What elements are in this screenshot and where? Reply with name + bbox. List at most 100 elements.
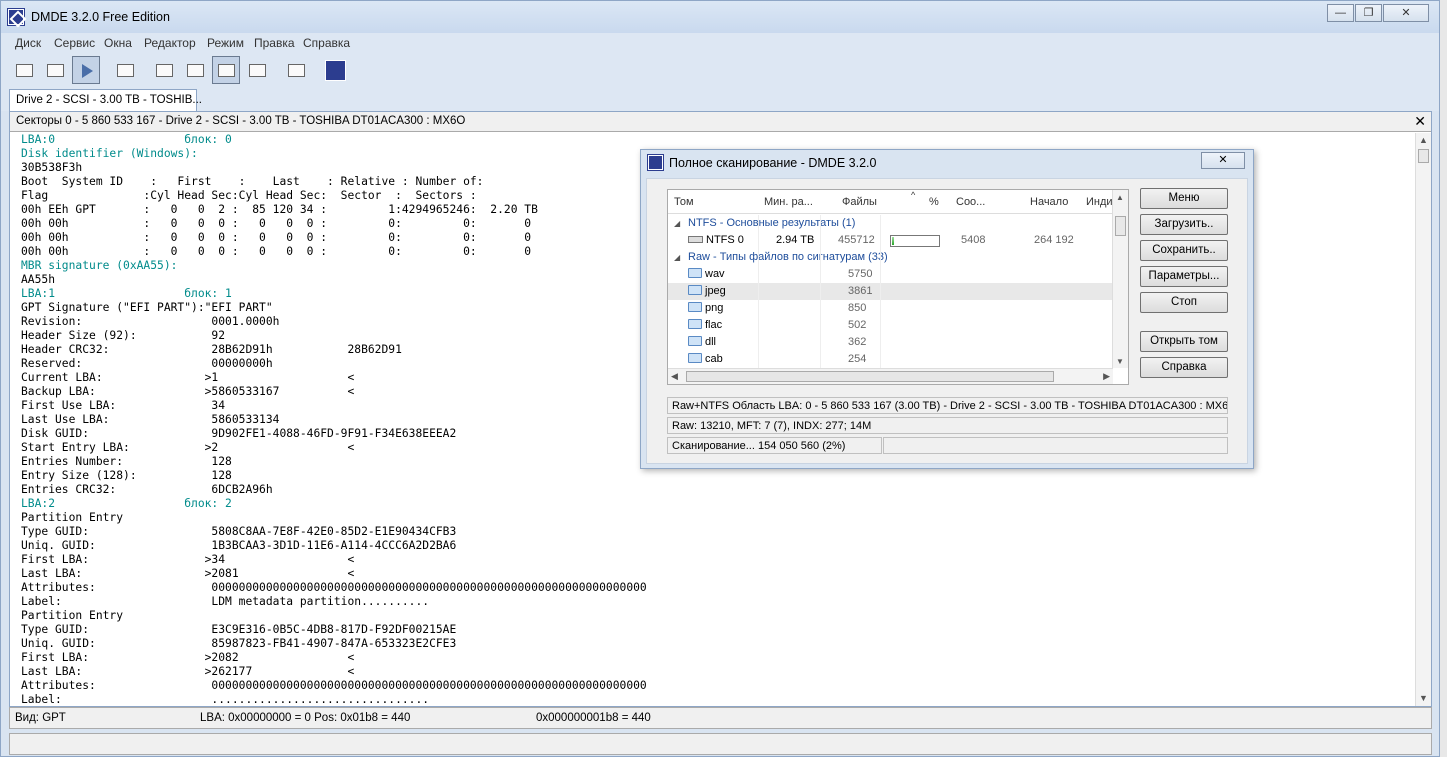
help-button[interactable]: Справка <box>1140 357 1228 378</box>
menu-editor[interactable]: Редактор <box>144 36 196 50</box>
scroll-down-icon[interactable]: ▼ <box>1418 693 1429 704</box>
dialog-body: Том Мин. ра... Файлы ^ % Соо... Начало И… <box>646 178 1248 464</box>
background-window-edge <box>1440 0 1447 757</box>
minimize-button[interactable]: — <box>1327 4 1354 22</box>
collapse-icon[interactable]: ◢ <box>674 253 680 262</box>
panel-close-button[interactable]: ✕ <box>1414 113 1426 130</box>
load-button[interactable]: Загрузить.. <box>1140 214 1228 235</box>
parameters-button[interactable]: Параметры... <box>1140 266 1228 287</box>
status-view: Вид: GPT <box>15 712 66 724</box>
hex-line: Type GUID: 5808C8AA-7E8F-42E0-85D2-E1E90… <box>21 525 457 538</box>
menu-mode[interactable]: Режим <box>207 36 244 50</box>
folder-icon <box>688 336 702 346</box>
hex-view[interactable]: LBA:0 блок: 0 Disk identifier (Windows): 3… <box>21 133 647 707</box>
raw-row-name: jpeg <box>688 285 726 297</box>
ntfs-row[interactable]: NTFS 0 2.94 TB 455712 5408 264 192 <box>668 232 1113 249</box>
hex-line: Boot System ID : First : Last : Relative… <box>21 175 484 188</box>
scan-stats-info: Raw: 13210, MFT: 7 (7), INDX: 277; 14M <box>667 417 1228 434</box>
open-volume-button[interactable]: Открыть том <box>1140 331 1228 352</box>
col-min-size[interactable]: Мин. ра... <box>764 196 813 208</box>
hex-line: Last Use LBA: 5860533134 <box>21 413 280 426</box>
ntfs-files: 455712 <box>838 234 875 246</box>
col-start[interactable]: Начало <box>1030 196 1068 208</box>
raw-row[interactable]: wav 5750 <box>668 266 1113 283</box>
raw-row-name: png <box>688 302 723 314</box>
col-percent[interactable]: % <box>929 196 939 208</box>
list-view-icon[interactable] <box>181 56 209 84</box>
col-files[interactable]: Файлы <box>842 196 877 208</box>
panel-vscrollbar[interactable]: ▲ ▼ <box>1415 133 1431 706</box>
menu-windows[interactable]: Окна <box>104 36 132 50</box>
tree-vscrollbar[interactable]: ▲ ▼ <box>1112 190 1128 368</box>
save-button[interactable]: Сохранить.. <box>1140 240 1228 261</box>
hex-view-icon[interactable] <box>212 56 240 84</box>
scroll-right-icon[interactable]: ▶ <box>1103 371 1110 382</box>
menu-button[interactable]: Меню <box>1140 188 1228 209</box>
scan-dialog: Полное сканирование - DMDE 3.2.0 ✕ Том М… <box>640 149 1254 469</box>
raw-row-name: flac <box>688 319 722 331</box>
col-match[interactable]: Соо... <box>956 196 985 208</box>
scroll-thumb[interactable] <box>1418 149 1429 163</box>
ntfs-size: 2.94 TB <box>776 234 815 246</box>
menu-edit[interactable]: Правка <box>254 36 295 50</box>
menu-disk[interactable]: Диск <box>15 36 41 50</box>
find-icon[interactable] <box>243 56 271 84</box>
hex-line: 00h 00h : 0 0 0 : 0 0 0 : 0: 0: 0 <box>21 245 532 258</box>
group-raw-label: Raw - Типы файлов по сигнатурам (33) <box>688 251 888 263</box>
dmde-logo-icon[interactable] <box>321 56 349 84</box>
raw-row[interactable]: jpeg 3861 <box>668 283 1113 300</box>
app-logo-icon <box>7 8 25 26</box>
scroll-up-icon[interactable]: ▲ <box>1116 193 1124 202</box>
raw-row[interactable]: cab 254 <box>668 351 1113 368</box>
title-bar[interactable]: DMDE 3.2.0 Free Edition — ❐ ✕ <box>1 1 1439 33</box>
hex-line: Entries CRC32: 6DCB2A96h <box>21 483 273 496</box>
folder-icon <box>688 302 702 312</box>
close-button[interactable]: ✕ <box>1383 4 1429 22</box>
raw-row[interactable]: flac 502 <box>668 317 1113 334</box>
windows-icon[interactable] <box>282 56 310 84</box>
scroll-thumb[interactable] <box>686 371 1054 382</box>
tree-view-icon[interactable] <box>150 56 178 84</box>
scroll-up-icon[interactable]: ▲ <box>1418 135 1429 146</box>
hex-line: Reserved: 00000000h <box>21 357 273 370</box>
group-ntfs[interactable]: ◢ NTFS - Основные результаты (1) <box>668 215 1113 232</box>
scan-area-info: Raw+NTFS Область LBA: 0 - 5 860 533 167 … <box>667 397 1228 414</box>
collapse-icon[interactable]: ◢ <box>674 219 680 228</box>
raw-row[interactable]: dll 362 <box>668 334 1113 351</box>
results-tree[interactable]: Том Мин. ра... Файлы ^ % Соо... Начало И… <box>667 189 1129 385</box>
raw-row-label: cab <box>705 353 723 365</box>
scroll-left-icon[interactable]: ◀ <box>671 371 678 382</box>
toolbar <box>1 53 1439 87</box>
restore-button[interactable]: ❐ <box>1355 4 1382 22</box>
scroll-thumb[interactable] <box>1115 216 1126 236</box>
raw-row[interactable]: png 850 <box>668 300 1113 317</box>
drive-icon[interactable] <box>10 56 38 84</box>
ntfs-progress <box>890 235 940 247</box>
dialog-title-bar[interactable]: Полное сканирование - DMDE 3.2.0 ✕ <box>641 150 1253 176</box>
col-volume[interactable]: Том <box>674 196 694 208</box>
hex-line: Attributes: 0000000000000000000000000000… <box>21 581 647 594</box>
new-icon[interactable] <box>111 56 139 84</box>
tree-hscrollbar[interactable]: ◀ ▶ <box>668 368 1113 384</box>
col-index[interactable]: Инди <box>1086 196 1113 208</box>
sort-indicator-icon: ^ <box>911 190 916 200</box>
partitions-icon[interactable] <box>41 56 69 84</box>
stop-button[interactable]: Стоп <box>1140 292 1228 313</box>
scroll-down-icon[interactable]: ▼ <box>1116 357 1124 366</box>
dialog-close-button[interactable]: ✕ <box>1201 152 1245 169</box>
raw-row-name: cab <box>688 353 723 365</box>
menu-bar: Диск Сервис Окна Редактор Режим Правка С… <box>1 33 1439 53</box>
hex-line: Current LBA: >1 < <box>21 371 355 384</box>
tab-drive2[interactable]: Drive 2 - SCSI - 3.00 TB - TOSHIB... <box>9 89 202 111</box>
raw-row-files: 254 <box>848 353 867 365</box>
raw-row-label: jpeg <box>705 285 726 297</box>
status-bar: Вид: GPT LBA: 0x00000000 = 0 Pos: 0x01b8… <box>9 707 1432 729</box>
menu-help[interactable]: Справка <box>303 36 350 50</box>
hex-line: 30B538F3h <box>21 161 83 174</box>
menu-service[interactable]: Сервис <box>54 36 95 50</box>
status-lba: LBA: 0x00000000 = 0 Pos: 0x01b8 = 440 <box>200 712 411 724</box>
hex-line: Start Entry LBA: >2 < <box>21 441 355 454</box>
group-raw[interactable]: ◢ Raw - Типы файлов по сигнатурам (33) <box>668 249 1113 266</box>
play-icon[interactable] <box>72 56 100 84</box>
hex-line: Flag :Cyl Head Sec:Cyl Head Sec: Sector … <box>21 189 477 202</box>
